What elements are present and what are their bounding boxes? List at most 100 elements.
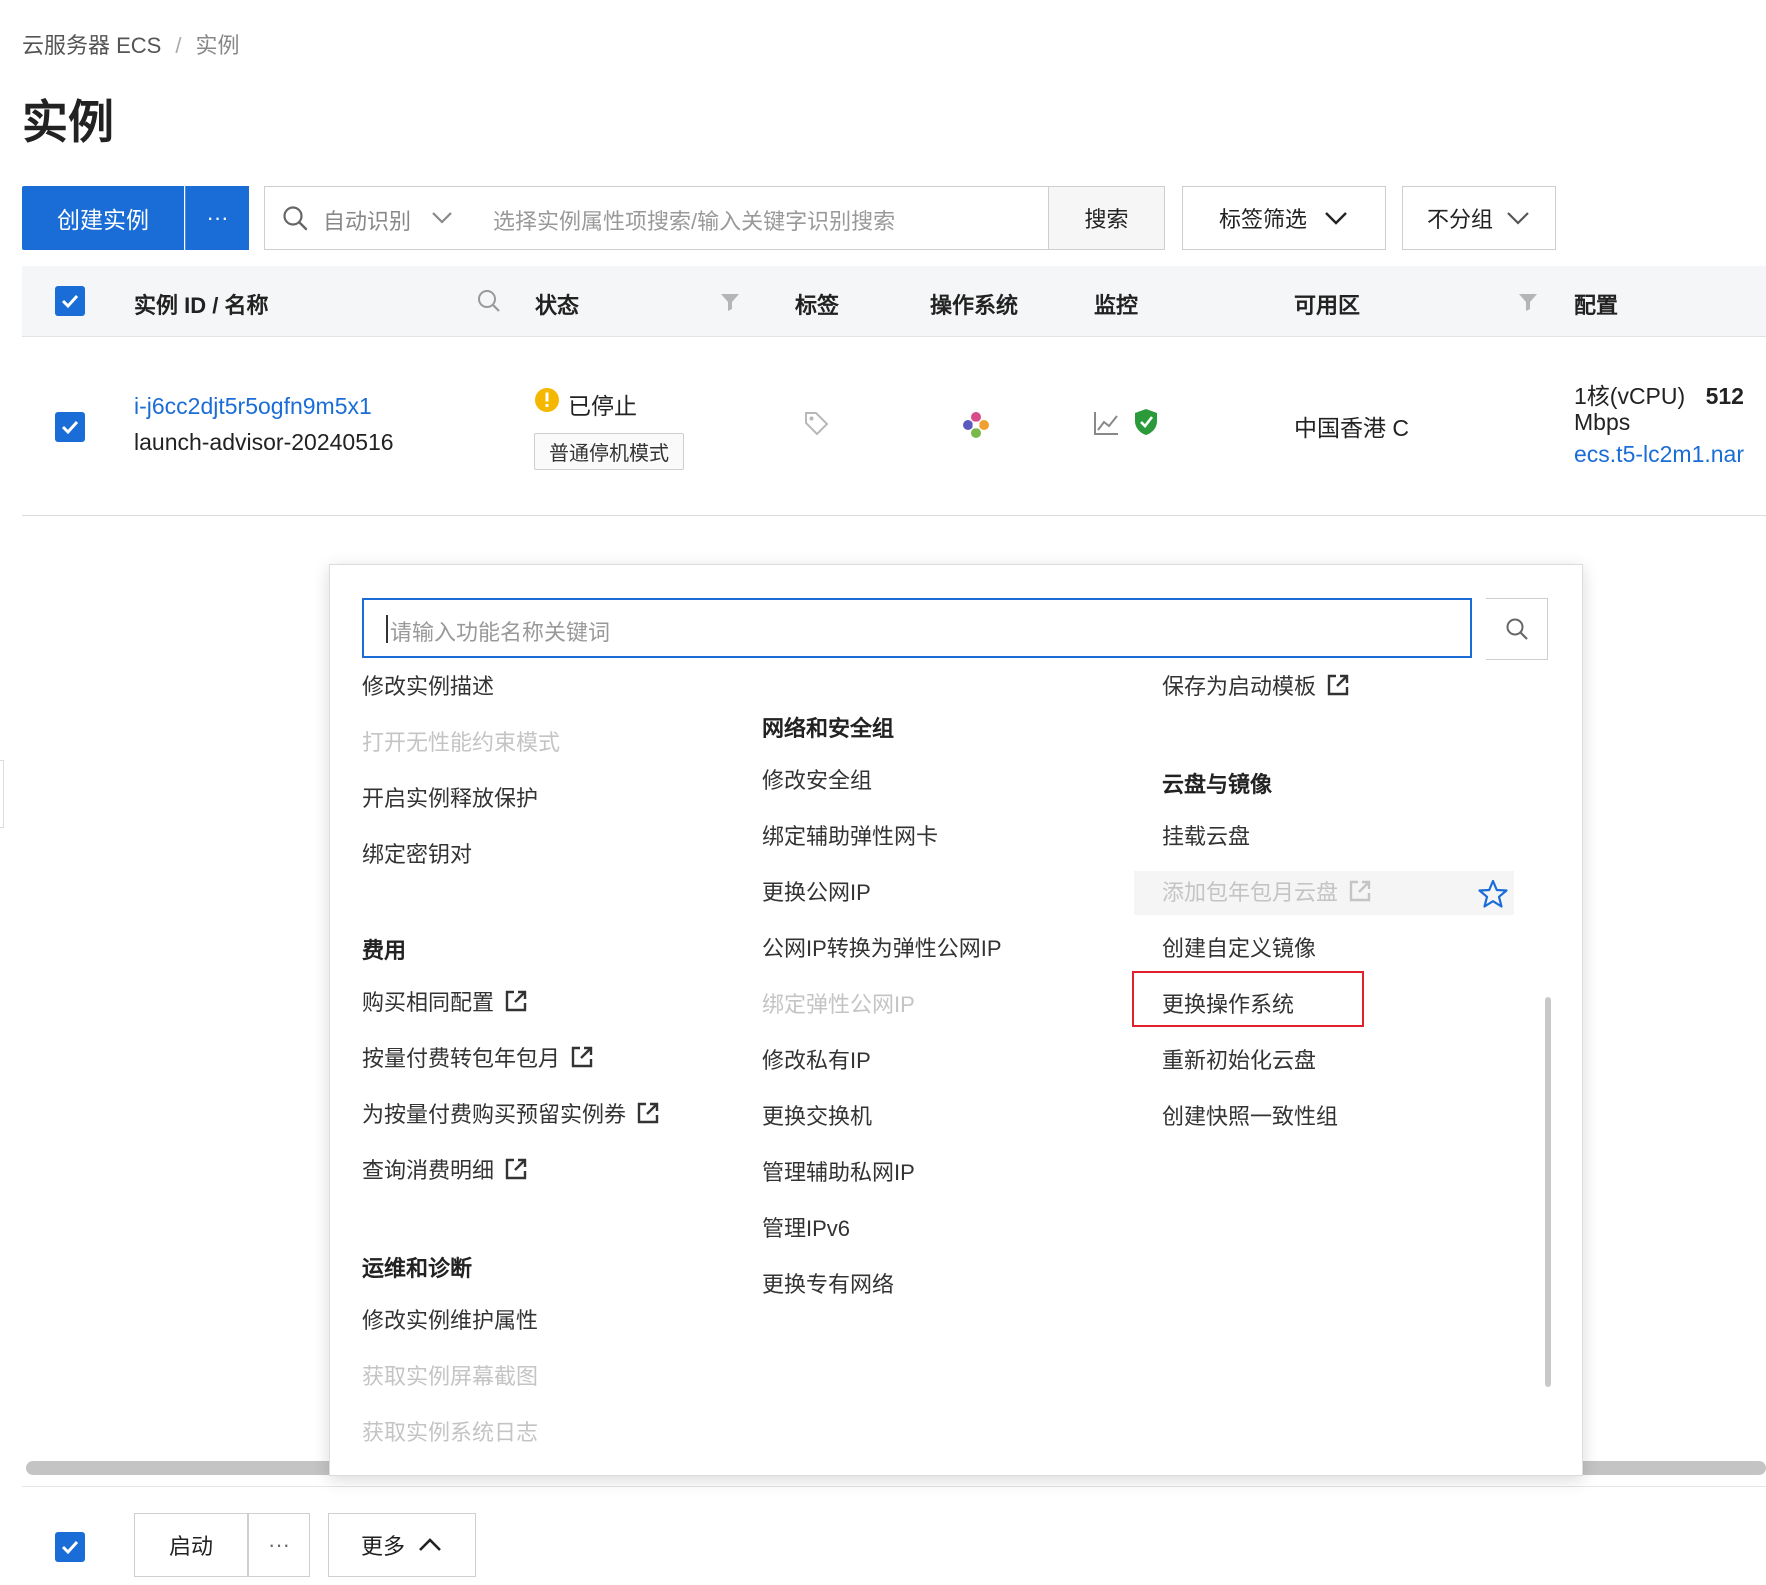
breadcrumb-current: 实例	[195, 33, 240, 58]
breadcrumb-root[interactable]: 云服务器 ECS	[22, 33, 161, 58]
text-caret	[386, 615, 388, 643]
menu-item-label: 添加包年包月云盘	[1162, 880, 1339, 905]
external-link-icon	[1327, 674, 1349, 696]
menu-item-modify-security-group[interactable]: 修改安全组	[762, 763, 872, 795]
menu-search-input[interactable]: 请输入功能名称关键词	[362, 598, 1472, 658]
group-select[interactable]: 不分组	[1402, 186, 1556, 250]
search-icon[interactable]	[476, 288, 502, 314]
menu-item-modify-description[interactable]: 修改实例描述	[362, 669, 494, 701]
monitor-chart-icon[interactable]	[1092, 409, 1120, 437]
side-panel-handle[interactable]	[0, 760, 4, 828]
bandwidth-unit: Mbps	[1574, 409, 1631, 435]
external-link-icon	[505, 990, 527, 1012]
external-link-icon	[1349, 880, 1371, 902]
instance-type-link[interactable]: ecs.t5-lc2m1.nar	[1574, 441, 1744, 468]
menu-item-change-vswitch[interactable]: 更换交换机	[762, 1099, 872, 1131]
batch-action-bar: 启动 ··· 更多	[22, 1486, 1766, 1585]
cpu-spec: 1核(vCPU)	[1574, 383, 1686, 409]
column-os: 操作系统	[930, 293, 1019, 318]
menu-item-manage-ipv6[interactable]: 管理IPv6	[762, 1211, 850, 1243]
page-title: 实例	[22, 96, 114, 148]
more-actions-button[interactable]: 更多	[328, 1513, 476, 1577]
menu-search-placeholder: 请输入功能名称关键词	[390, 620, 611, 645]
tag-filter-button[interactable]: 标签筛选	[1182, 186, 1386, 250]
search-mode-select[interactable]: 自动识别	[323, 204, 411, 236]
menu-item-bind-eip: 绑定弹性公网IP	[762, 992, 915, 1017]
menu-item-snapshot-consistency-group[interactable]: 创建快照一致性组	[1162, 1099, 1338, 1131]
menu-item-billing-details[interactable]: 查询消费明细	[362, 1153, 528, 1185]
batch-select-checkbox[interactable]	[55, 1532, 85, 1562]
menu-item-secondary-private-ip[interactable]: 管理辅助私网IP	[762, 1155, 915, 1187]
menu-item-label: 查询消费明细	[362, 1158, 495, 1183]
menu-group-network: 网络和安全组	[762, 716, 895, 741]
menu-item-create-custom-image[interactable]: 创建自定义镜像	[1162, 931, 1316, 963]
menu-item-maintenance-attrs[interactable]: 修改实例维护属性	[362, 1303, 538, 1335]
column-monitor: 监控	[1094, 293, 1139, 318]
chevron-down-icon	[1325, 212, 1347, 225]
menu-search-button[interactable]	[1486, 598, 1548, 660]
menu-group-ops: 运维和诊断	[362, 1256, 473, 1281]
menu-item-convert-to-subscription[interactable]: 按量付费转包年包月	[362, 1041, 594, 1073]
chevron-up-icon	[419, 1538, 441, 1551]
menu-item-buy-same-config[interactable]: 购买相同配置	[362, 985, 528, 1017]
external-link-icon	[637, 1102, 659, 1124]
table-row: i-j6cc2djt5r5ogfn9m5x1 launch-advisor-20…	[22, 337, 1766, 516]
menu-scrollbar[interactable]	[1545, 997, 1551, 1387]
tag-icon[interactable]	[802, 409, 830, 437]
menu-item-save-launch-template[interactable]: 保存为启动模板	[1162, 669, 1350, 701]
check-icon	[61, 1540, 79, 1555]
menu-item-add-subscription-disk: 添加包年包月云盘	[1162, 875, 1372, 907]
column-instance: 实例 ID / 名称	[134, 293, 269, 318]
zone-text: 中国香港 C	[1294, 415, 1409, 441]
check-icon	[61, 420, 79, 435]
column-tags: 标签	[795, 293, 840, 318]
breadcrumb: 云服务器 ECS / 实例	[22, 28, 240, 60]
create-more-button[interactable]: ···	[185, 186, 249, 250]
column-zone: 可用区	[1294, 293, 1361, 318]
menu-item-change-vpc[interactable]: 更换专有网络	[762, 1267, 894, 1299]
star-icon[interactable]	[1478, 879, 1508, 909]
menu-item-convert-to-eip[interactable]: 公网IP转换为弹性公网IP	[762, 931, 1002, 963]
instance-name: launch-advisor-20240516	[134, 429, 394, 455]
menu-item-reserved-instance[interactable]: 为按量付费购买预留实例券	[362, 1097, 660, 1129]
search-icon	[1506, 618, 1528, 640]
column-config: 配置	[1574, 293, 1619, 318]
row-checkbox[interactable]	[55, 412, 85, 442]
menu-item-label: 购买相同配置	[362, 990, 495, 1015]
table-header: 实例 ID / 名称 状态 标签 操作系统 监控 可用区 配置	[22, 266, 1766, 337]
more-actions-menu: 请输入功能名称关键词 修改实例描述 打开无性能约束模式 开启实例释放保护 绑定密…	[329, 564, 1583, 1476]
group-select-label: 不分组	[1426, 207, 1493, 232]
filter-icon[interactable]	[1516, 290, 1540, 314]
menu-item-bind-eni[interactable]: 绑定辅助弹性网卡	[762, 819, 938, 851]
external-link-icon	[505, 1158, 527, 1180]
status-text: 已停止	[568, 393, 637, 419]
start-button[interactable]: 启动	[134, 1513, 248, 1577]
menu-item-modify-private-ip[interactable]: 修改私有IP	[762, 1043, 871, 1075]
menu-item-release-protection[interactable]: 开启实例释放保护	[362, 781, 538, 813]
external-link-icon	[571, 1046, 593, 1068]
menu-item-attach-disk[interactable]: 挂载云盘	[1162, 819, 1250, 851]
search-input[interactable]: 选择实例属性项搜索/输入关键字识别搜索	[493, 204, 895, 236]
search-button[interactable]: 搜索	[1048, 186, 1165, 250]
warning-icon	[535, 388, 559, 412]
start-more-button[interactable]: ···	[248, 1513, 310, 1577]
os-logo-icon	[963, 412, 989, 438]
menu-item-label: 保存为启动模板	[1162, 674, 1317, 699]
search-icon	[283, 206, 308, 231]
create-instance-button[interactable]: 创建实例	[22, 186, 184, 250]
chevron-down-icon[interactable]	[429, 205, 455, 231]
bandwidth-value: 512	[1705, 383, 1744, 409]
breadcrumb-separator: /	[175, 33, 182, 58]
select-all-checkbox[interactable]	[55, 286, 85, 316]
menu-item-reinit-disk[interactable]: 重新初始化云盘	[1162, 1043, 1316, 1075]
chevron-down-icon	[1507, 212, 1529, 225]
menu-item-unlimited-mode: 打开无性能约束模式	[362, 730, 561, 755]
instance-id-link[interactable]: i-j6cc2djt5r5ogfn9m5x1	[134, 393, 372, 420]
menu-item-change-public-ip[interactable]: 更换公网IP	[762, 875, 871, 907]
menu-item-replace-os[interactable]: 更换操作系统	[1162, 987, 1294, 1019]
security-shield-icon[interactable]	[1132, 407, 1160, 437]
menu-item-bind-keypair[interactable]: 绑定密钥对	[362, 837, 472, 869]
menu-group-billing: 费用	[362, 938, 407, 963]
filter-icon[interactable]	[718, 290, 742, 314]
instance-search-box[interactable]: 自动识别 选择实例属性项搜索/输入关键字识别搜索	[264, 186, 1050, 250]
